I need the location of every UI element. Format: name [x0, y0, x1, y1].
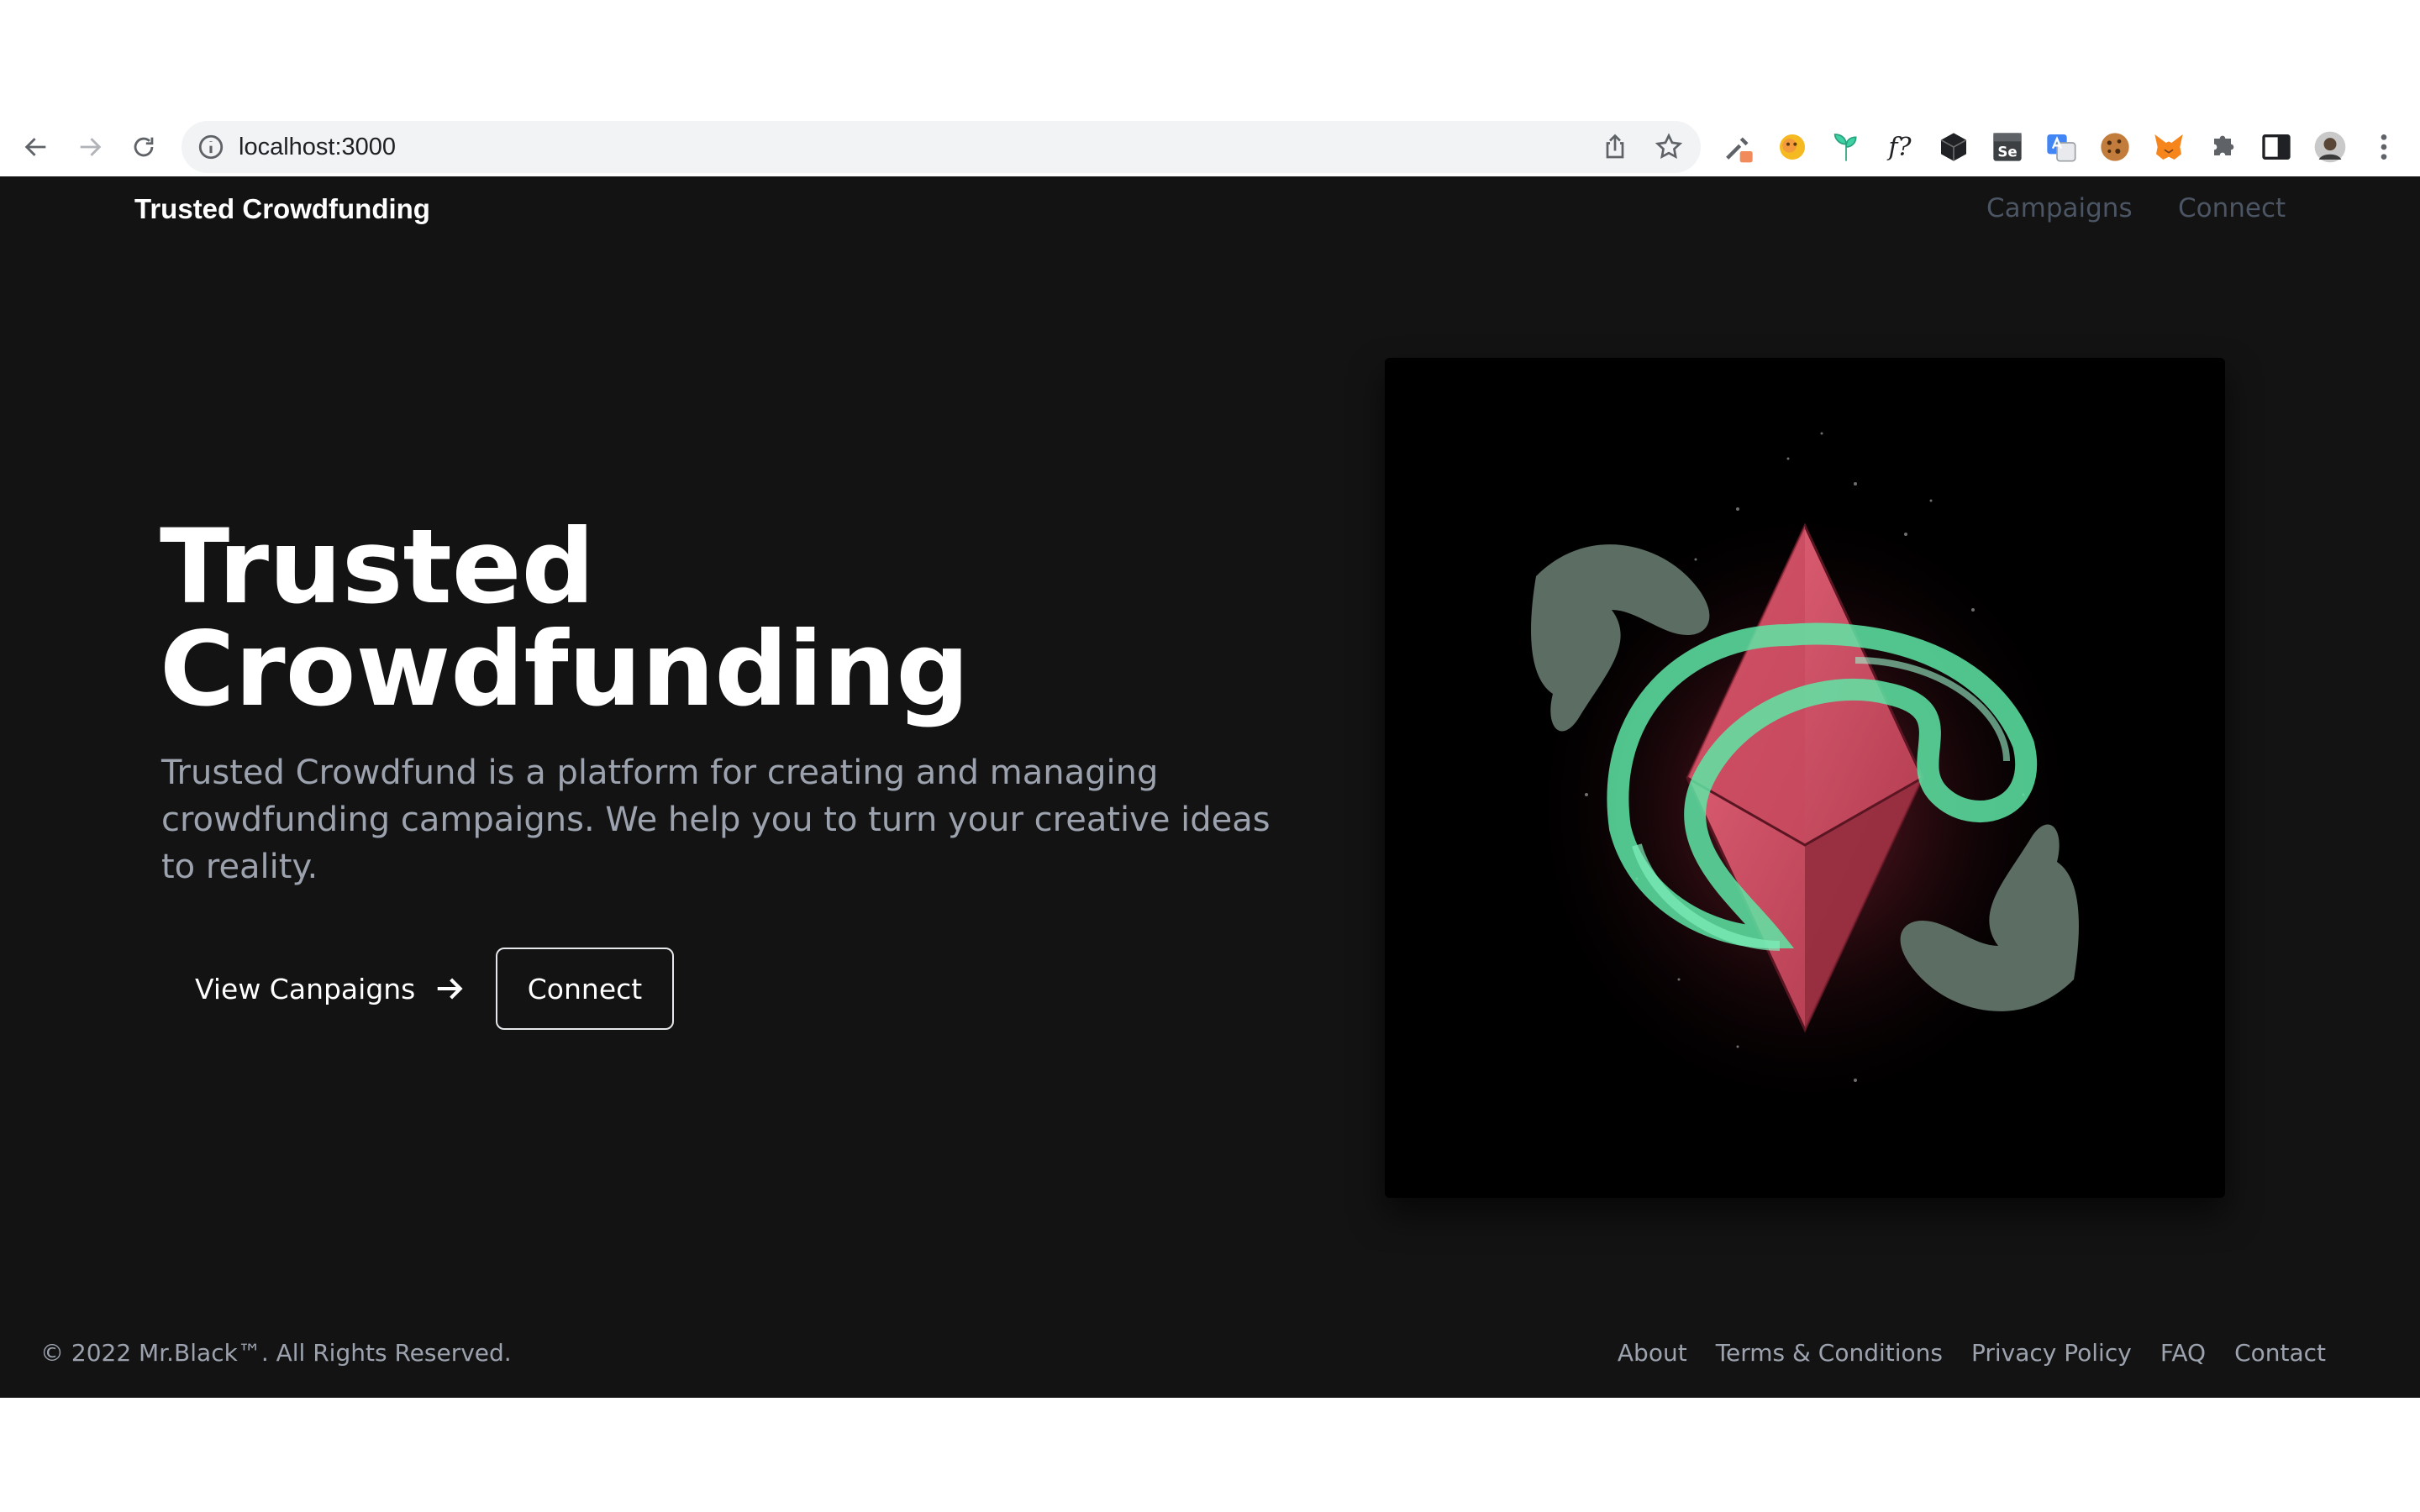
info-icon[interactable]	[197, 133, 225, 161]
footer-link-about[interactable]: About	[1618, 1339, 1687, 1367]
reload-icon[interactable]	[124, 128, 163, 166]
metamask-fox-icon[interactable]	[2151, 129, 2186, 165]
forward-arrow-icon[interactable]	[71, 128, 109, 166]
star-icon[interactable]	[1654, 132, 1684, 162]
share-icon[interactable]	[1600, 132, 1630, 162]
footer-link-contact[interactable]: Contact	[2234, 1339, 2326, 1367]
hero-title: Trusted Crowdfunding	[160, 516, 1336, 721]
selenium-label: Se	[1997, 144, 2017, 160]
cookie-icon[interactable]	[2097, 129, 2133, 165]
plant-icon[interactable]	[1828, 129, 1864, 165]
hero-subtitle: Trusted Crowdfund is a platform for crea…	[161, 753, 1270, 886]
footer-links: About Terms & Conditions Privacy Policy …	[1618, 1339, 2326, 1367]
ethereum-crystal-illustration	[1385, 358, 2225, 1198]
footer-link-terms[interactable]: Terms & Conditions	[1716, 1339, 1943, 1367]
footer-copyright: © 2022 Mr.Black™. All Rights Reserved.	[40, 1339, 512, 1367]
cube-icon[interactable]	[1936, 129, 1971, 165]
hero-title-line2: Crowdfunding	[160, 610, 970, 729]
nav-link-connect[interactable]: Connect	[2178, 193, 2286, 223]
hero-title-line1: Trusted	[160, 507, 595, 627]
connect-button[interactable]: Connect	[496, 948, 674, 1030]
footer-link-privacy[interactable]: Privacy Policy	[1971, 1339, 2132, 1367]
font-finder-icon[interactable]: f?	[1882, 129, 1918, 165]
arrow-right-icon	[438, 978, 463, 1000]
puzzle-icon[interactable]	[2205, 129, 2240, 165]
footer-link-faq[interactable]: FAQ	[2160, 1339, 2206, 1367]
view-campaigns-label: View Canpaigns	[195, 972, 416, 1005]
browser-toolbar: localhost:3000 f? Se	[0, 118, 2420, 176]
more-menu-icon[interactable]	[2366, 129, 2402, 165]
address-bar[interactable]: localhost:3000	[182, 121, 1701, 173]
view-campaigns-button[interactable]: View Canpaigns	[168, 948, 492, 1030]
selenium-icon[interactable]: Se	[1990, 129, 2025, 165]
eyedropper-icon[interactable]	[1721, 129, 1756, 165]
side-panel-icon[interactable]	[2259, 129, 2294, 165]
connect-button-label: Connect	[527, 972, 643, 1005]
back-arrow-icon[interactable]	[17, 128, 55, 166]
nav-link-campaigns[interactable]: Campaigns	[1986, 193, 2133, 223]
translate-icon[interactable]	[2044, 129, 2079, 165]
emoji-icon[interactable]	[1775, 129, 1810, 165]
brand-logo-text[interactable]: Trusted Crowdfunding	[134, 193, 430, 225]
font-finder-label: f?	[1888, 132, 1912, 162]
profile-avatar[interactable]	[2312, 129, 2348, 165]
url-text[interactable]: localhost:3000	[239, 121, 396, 173]
page-body: Trusted Crowdfunding Campaigns Connect T…	[0, 176, 2420, 1398]
